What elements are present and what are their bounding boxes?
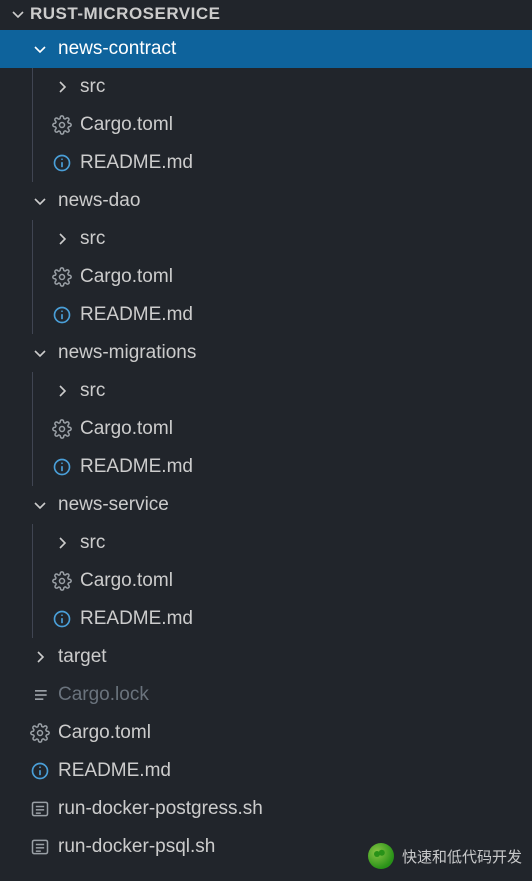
info-icon: [50, 153, 74, 173]
list-icon: [28, 685, 52, 705]
tree-item-label: news-migrations: [52, 342, 196, 364]
sh-icon: [28, 799, 52, 819]
explorer-header[interactable]: RUST-MICROSERVICE: [0, 0, 532, 28]
chevron-right-icon[interactable]: [50, 535, 74, 551]
file-item[interactable]: Cargo.toml: [0, 106, 532, 144]
file-item[interactable]: Cargo.toml: [0, 562, 532, 600]
chevron-right-icon[interactable]: [50, 383, 74, 399]
chevron-right-icon[interactable]: [50, 231, 74, 247]
file-item[interactable]: README.md: [0, 600, 532, 638]
folder-item[interactable]: src: [0, 524, 532, 562]
tree-item-label: run-docker-postgress.sh: [52, 798, 263, 820]
tree-item-label: Cargo.toml: [74, 114, 173, 136]
folder-item[interactable]: src: [0, 68, 532, 106]
file-item[interactable]: Cargo.lock: [0, 676, 532, 714]
chevron-right-icon[interactable]: [50, 79, 74, 95]
file-item[interactable]: Cargo.toml: [0, 714, 532, 752]
tree-item-label: target: [52, 646, 107, 668]
tree-item-label: src: [74, 228, 105, 250]
tree-item-label: run-docker-psql.sh: [52, 836, 215, 858]
tree-item-label: README.md: [74, 152, 193, 174]
folder-item[interactable]: news-service: [0, 486, 532, 524]
info-icon: [50, 609, 74, 629]
file-item[interactable]: README.md: [0, 752, 532, 790]
gear-icon: [50, 571, 74, 591]
tree-item-label: news-contract: [52, 38, 176, 60]
file-item[interactable]: README.md: [0, 296, 532, 334]
watermark-text: 快速和低代码开发: [402, 846, 522, 867]
file-item[interactable]: Cargo.toml: [0, 258, 532, 296]
tree-item-label: src: [74, 532, 105, 554]
gear-icon: [50, 419, 74, 439]
info-icon: [28, 761, 52, 781]
file-tree: news-contract src Cargo.toml README.md news-…: [0, 28, 532, 866]
file-item[interactable]: Cargo.toml: [0, 410, 532, 448]
folder-item[interactable]: target: [0, 638, 532, 676]
tree-item-label: Cargo.lock: [52, 684, 149, 706]
file-item[interactable]: README.md: [0, 448, 532, 486]
chevron-down-icon: [6, 6, 30, 22]
tree-item-label: Cargo.toml: [74, 266, 173, 288]
info-icon: [50, 305, 74, 325]
tree-item-label: Cargo.toml: [52, 722, 151, 744]
folder-item[interactable]: news-contract: [0, 30, 532, 68]
chevron-down-icon[interactable]: [28, 497, 52, 513]
tree-item-label: Cargo.toml: [74, 418, 173, 440]
wechat-icon: [368, 843, 394, 869]
tree-item-label: README.md: [52, 760, 171, 782]
file-item[interactable]: run-docker-postgress.sh: [0, 790, 532, 828]
gear-icon: [28, 723, 52, 743]
folder-item[interactable]: news-dao: [0, 182, 532, 220]
tree-item-label: README.md: [74, 456, 193, 478]
tree-item-label: Cargo.toml: [74, 570, 173, 592]
chevron-down-icon[interactable]: [28, 41, 52, 57]
tree-item-label: news-dao: [52, 190, 140, 212]
gear-icon: [50, 115, 74, 135]
chevron-right-icon[interactable]: [28, 649, 52, 665]
watermark: 快速和低代码开发: [368, 843, 522, 869]
folder-item[interactable]: news-migrations: [0, 334, 532, 372]
tree-item-label: src: [74, 76, 105, 98]
folder-item[interactable]: src: [0, 220, 532, 258]
chevron-down-icon[interactable]: [28, 193, 52, 209]
file-item[interactable]: README.md: [0, 144, 532, 182]
tree-item-label: README.md: [74, 608, 193, 630]
project-title: RUST-MICROSERVICE: [30, 4, 221, 24]
info-icon: [50, 457, 74, 477]
tree-item-label: news-service: [52, 494, 169, 516]
tree-item-label: src: [74, 380, 105, 402]
gear-icon: [50, 267, 74, 287]
sh-icon: [28, 837, 52, 857]
tree-item-label: README.md: [74, 304, 193, 326]
chevron-down-icon[interactable]: [28, 345, 52, 361]
folder-item[interactable]: src: [0, 372, 532, 410]
